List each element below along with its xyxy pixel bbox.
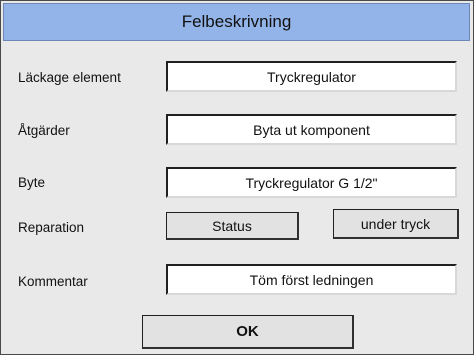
under-pressure-button[interactable]: under tryck — [333, 209, 459, 239]
ok-button[interactable]: OK — [142, 315, 354, 349]
comment-label: Kommentar — [18, 274, 88, 289]
actions-field[interactable]: Byta ut komponent — [166, 114, 457, 145]
dialog-title: Felbeskrivning — [3, 3, 470, 41]
leakage-element-field[interactable]: Tryckregulator — [166, 61, 457, 92]
comment-field[interactable]: Töm först ledningen — [166, 264, 457, 295]
repair-label: Reparation — [18, 220, 85, 235]
status-button[interactable]: Status — [166, 212, 299, 240]
fault-description-dialog: Felbeskrivning Läckage element Tryckregu… — [0, 0, 474, 355]
replacement-field[interactable]: Tryckregulator G 1/2" — [166, 167, 457, 198]
leakage-element-label: Läckage element — [18, 70, 121, 85]
actions-label: Åtgärder — [18, 123, 70, 138]
replacement-label: Byte — [18, 175, 46, 190]
